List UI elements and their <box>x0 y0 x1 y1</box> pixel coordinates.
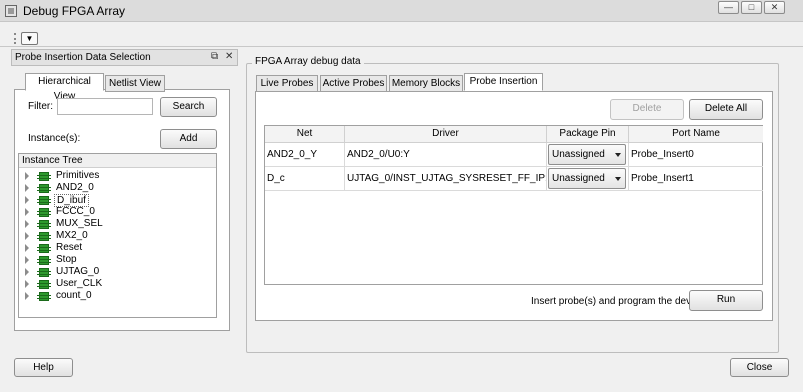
toolbar-handle[interactable] <box>14 33 17 44</box>
chevron-down-icon <box>615 153 621 157</box>
minimize-icon[interactable]: — <box>718 1 739 14</box>
pin-cell: Unassigned <box>547 143 629 167</box>
component-icon <box>37 196 51 205</box>
expand-arrow-icon[interactable] <box>25 256 29 264</box>
driver-cell: AND2_0/U0:Y <box>345 143 547 167</box>
tree-item[interactable]: count_0 <box>19 290 216 302</box>
tree-item[interactable]: Reset <box>19 242 216 254</box>
close-icon[interactable]: ✕ <box>764 1 785 14</box>
column-header-driver[interactable]: Driver <box>345 126 547 143</box>
tree-item[interactable]: MUX_SEL <box>19 218 216 230</box>
column-header-net[interactable]: Net <box>265 126 345 143</box>
window-title: Debug FPGA Array <box>23 4 126 18</box>
tree-item[interactable]: FCCC_0 <box>19 206 216 218</box>
expand-arrow-icon[interactable] <box>25 220 29 228</box>
tab-hierarchical-view[interactable]: Hierarchical View <box>25 73 104 102</box>
component-icon <box>37 292 51 301</box>
run-hint-text: Insert probe(s) and program the device <box>531 296 704 307</box>
component-icon <box>37 208 51 217</box>
float-icon[interactable]: ⧉ <box>211 51 218 62</box>
tree-item[interactable]: UJTAG_0 <box>19 266 216 278</box>
pin-cell: Unassigned <box>547 167 629 191</box>
column-header-port-name[interactable]: Port Name <box>629 126 763 143</box>
tree-item[interactable]: AND2_0 <box>19 182 216 194</box>
dock-title: Probe Insertion Data Selection ⧉ ✕ <box>11 49 238 66</box>
maximize-icon[interactable]: □ <box>741 1 762 14</box>
instances-label: Instance(s): <box>28 133 81 144</box>
expand-arrow-icon[interactable] <box>25 280 29 288</box>
dropdown-menu-icon[interactable]: ▼ <box>21 32 38 45</box>
tree-item[interactable]: User_CLK <box>19 278 216 290</box>
package-pin-select[interactable]: Unassigned <box>548 168 626 189</box>
tree-item[interactable]: D_ibuf <box>19 194 216 207</box>
tree-item[interactable]: MX2_0 <box>19 230 216 242</box>
tab-probe-insertion[interactable]: Probe Insertion <box>464 73 543 91</box>
instance-tree[interactable]: Instance Tree Primitives AND2_0 D_ibuf F… <box>18 153 217 318</box>
component-icon <box>37 268 51 277</box>
expand-arrow-icon[interactable] <box>25 184 29 192</box>
app-icon <box>5 5 17 17</box>
expand-arrow-icon[interactable] <box>25 268 29 276</box>
close-button[interactable]: Close <box>730 358 789 377</box>
package-pin-value: Unassigned <box>552 149 605 160</box>
tree-items: Primitives AND2_0 D_ibuf FCCC_0 MUX_SEL … <box>19 168 216 302</box>
component-icon <box>37 172 51 181</box>
tree-item[interactable]: Stop <box>19 254 216 266</box>
delete-all-button[interactable]: Delete All <box>689 99 763 120</box>
probe-table: Net Driver Package Pin Port Name AND2_0_… <box>264 125 763 285</box>
component-icon <box>37 244 51 253</box>
package-pin-value: Unassigned <box>552 173 605 184</box>
tab-active-probes[interactable]: Active Probes <box>320 75 387 92</box>
column-header-package-pin[interactable]: Package Pin <box>547 126 629 143</box>
filter-label: Filter: <box>28 101 53 112</box>
port-cell: Probe_Insert1 <box>629 167 763 191</box>
delete-button[interactable]: Delete <box>610 99 684 120</box>
add-button[interactable]: Add <box>160 129 217 149</box>
expand-arrow-icon[interactable] <box>25 244 29 252</box>
expand-arrow-icon[interactable] <box>25 196 29 204</box>
tree-header: Instance Tree <box>19 154 216 168</box>
tab-netlist-view[interactable]: Netlist View <box>105 75 165 92</box>
component-icon <box>37 280 51 289</box>
component-icon <box>37 184 51 193</box>
toolbar-separator <box>0 46 803 47</box>
expand-arrow-icon[interactable] <box>25 232 29 240</box>
title-bar: Debug FPGA Array — □ ✕ <box>0 0 803 22</box>
run-button[interactable]: Run <box>689 290 763 311</box>
search-button[interactable]: Search <box>160 97 217 117</box>
driver-cell: UJTAG_0/INST_UJTAG_SYSRESET_FF_IP:UDRUPD <box>345 167 547 191</box>
filter-input[interactable] <box>57 98 153 115</box>
dock-close-icon[interactable]: ✕ <box>225 51 233 62</box>
component-icon <box>37 232 51 241</box>
package-pin-select[interactable]: Unassigned <box>548 144 626 165</box>
expand-arrow-icon[interactable] <box>25 292 29 300</box>
net-cell: AND2_0_Y <box>265 143 345 167</box>
chevron-down-icon <box>615 177 621 181</box>
group-title: FPGA Array debug data <box>252 56 364 67</box>
dock-title-text: Probe Insertion Data Selection <box>15 52 151 63</box>
help-button[interactable]: Help <box>14 358 73 377</box>
tree-item[interactable]: Primitives <box>19 170 216 182</box>
component-icon <box>37 256 51 265</box>
port-cell: Probe_Insert0 <box>629 143 763 167</box>
expand-arrow-icon[interactable] <box>25 208 29 216</box>
tab-memory-blocks[interactable]: Memory Blocks <box>389 75 463 92</box>
expand-arrow-icon[interactable] <box>25 172 29 180</box>
component-icon <box>37 220 51 229</box>
net-cell: D_c <box>265 167 345 191</box>
tab-live-probes[interactable]: Live Probes <box>256 75 318 92</box>
